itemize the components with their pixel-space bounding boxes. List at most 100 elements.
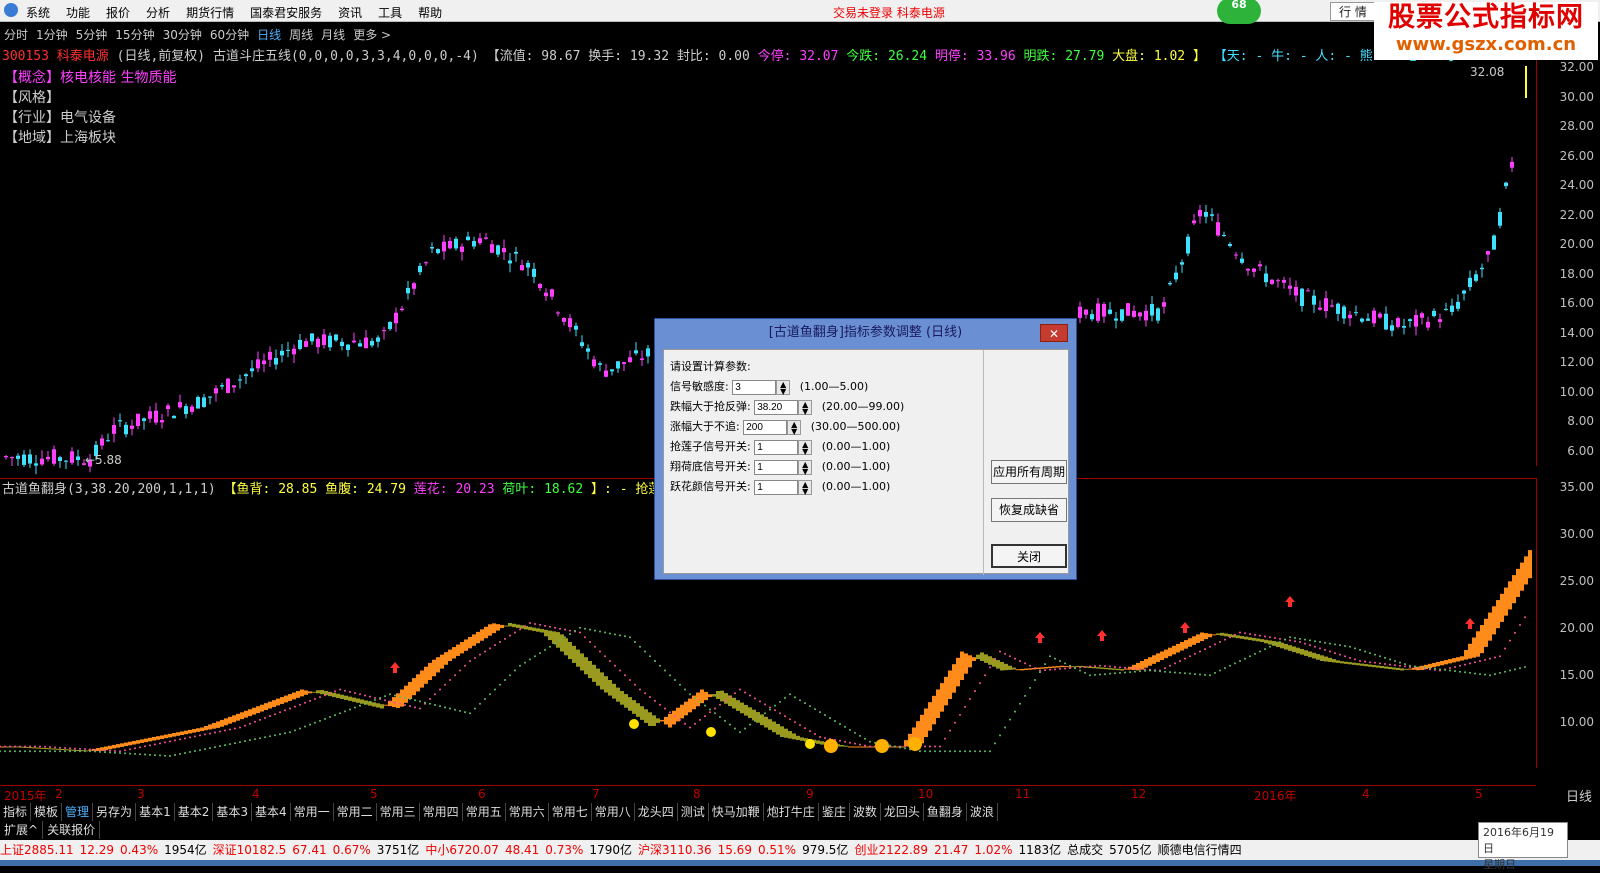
heye-dot [1354, 647, 1356, 650]
lianhua-dot [14, 745, 16, 748]
heye-dot [1164, 670, 1166, 673]
spinner-icon[interactable]: ▲ ▼ [798, 399, 813, 415]
indicator-tab[interactable]: 另存为 [93, 803, 137, 821]
heye-dot [109, 751, 111, 754]
period-tab[interactable]: 15分钟 [115, 26, 154, 43]
indicator-tab[interactable]: 指标 [0, 803, 32, 821]
ribbon-segment [840, 744, 844, 747]
candle-body [202, 397, 206, 407]
indicator-tab[interactable]: 基本1 [136, 803, 175, 821]
spinner-icon[interactable]: ▲ ▼ [798, 459, 813, 475]
apply-all-periods-button[interactable]: 应用所有周期 [991, 460, 1067, 484]
indicator-tab[interactable]: 常用八 [592, 803, 635, 821]
heye-dot [484, 698, 486, 700]
ribbon-segment [1060, 665, 1064, 668]
ribbon-segment [696, 692, 700, 707]
param-input[interactable] [754, 399, 799, 415]
indicator-tab[interactable]: 模板 [31, 803, 63, 821]
param-input[interactable] [754, 459, 799, 475]
lianhua-dot [664, 707, 666, 710]
indicator-tab[interactable]: 基本4 [252, 803, 291, 821]
indicator-tab[interactable]: 常用四 [420, 803, 463, 821]
period-tab[interactable]: 60分钟 [210, 26, 249, 43]
ribbon-segment [864, 746, 868, 748]
lianhua-dot [394, 701, 396, 704]
period-tab[interactable]: 1分钟 [36, 26, 68, 43]
period-tab[interactable]: 分时 [4, 26, 28, 43]
period-tab[interactable]: 30分钟 [163, 26, 202, 43]
price-tick: 20.00 [1559, 237, 1594, 251]
indicator-tab[interactable]: 炮打牛庄 [764, 803, 819, 821]
menu-item[interactable]: 国泰君安服务 [250, 4, 322, 21]
period-tab[interactable]: 月线 [321, 26, 345, 43]
date-tick: 6 [478, 787, 486, 801]
login-status[interactable]: 交易未登录 科泰电源 [833, 4, 945, 21]
heye-dot [729, 723, 731, 726]
close-button[interactable]: 关闭 [991, 544, 1067, 568]
period-tab[interactable]: 周线 [289, 26, 313, 43]
period-more[interactable]: 更多 > [353, 26, 391, 43]
ribbon-segment [1100, 667, 1104, 669]
quote-button[interactable]: 行 情 [1330, 2, 1376, 21]
indicator-tab[interactable]: 鉴庄 [819, 803, 850, 821]
indicator-tab[interactable]: 龙头四 [635, 803, 678, 821]
heye-dot [539, 652, 541, 655]
heye-dot [1114, 672, 1116, 675]
param-input[interactable] [743, 419, 788, 435]
notification-badge[interactable]: 68 [1217, 0, 1261, 24]
indicator-tab[interactable]: 基本2 [175, 803, 214, 821]
heye-dot [744, 727, 746, 730]
param-input[interactable] [754, 439, 799, 455]
related-quote-button[interactable]: 关联报价 [43, 821, 101, 839]
heye-dot [1029, 686, 1031, 689]
lianhua-dot [404, 703, 406, 706]
menu-item[interactable]: 分析 [146, 4, 170, 21]
period-tab-active[interactable]: 日线 [257, 26, 281, 43]
menu-item[interactable]: 系统 [26, 4, 50, 21]
spinner-icon[interactable]: ▲ ▼ [798, 439, 813, 455]
expand-button[interactable]: 扩展^ [0, 821, 44, 839]
indicator-tab[interactable]: 常用三 [377, 803, 420, 821]
dialog-heading: 请设置计算参数: [670, 360, 751, 373]
ribbon-segment [380, 704, 384, 709]
param-input[interactable] [732, 379, 777, 395]
lianhua-dot [1489, 657, 1491, 660]
heye-dot [1324, 641, 1326, 644]
indicator-tab[interactable]: 波数 [850, 803, 881, 821]
indicator-tab[interactable]: 波浪 [967, 803, 998, 821]
indicator-tab[interactable]: 常用二 [334, 803, 377, 821]
indicator-tab[interactable]: 常用七 [549, 803, 592, 821]
menu-item[interactable]: 工具 [378, 4, 402, 21]
spinner-icon[interactable]: ▲ ▼ [798, 479, 813, 495]
ribbon-segment [1312, 652, 1316, 659]
indicator-tab[interactable]: 常用一 [291, 803, 334, 821]
app-logo-icon [4, 3, 18, 17]
indicator-tab[interactable]: 快马加鞭 [709, 803, 764, 821]
ribbon-segment [1172, 645, 1176, 655]
indicator-tab[interactable]: 鱼翻身 [924, 803, 967, 821]
ticker-item: 0.73% [545, 843, 584, 857]
close-icon[interactable]: ✕ [1040, 324, 1068, 342]
indicator-tab[interactable]: 常用六 [506, 803, 549, 821]
heye-dot [1474, 672, 1476, 675]
period-tab[interactable]: 5分钟 [76, 26, 108, 43]
lianhua-dot [234, 727, 236, 730]
spinner-icon[interactable]: ▲ ▼ [787, 419, 802, 435]
menu-item[interactable]: 期货行情 [186, 4, 234, 21]
spinner-icon[interactable]: ▲ ▼ [776, 379, 791, 395]
menu-item[interactable]: 帮助 [418, 4, 442, 21]
indicator-tab[interactable]: 龙回头 [881, 803, 924, 821]
menu-item[interactable]: 功能 [66, 4, 90, 21]
heye-dot [764, 712, 766, 715]
indicator-tab[interactable]: 管理 [62, 803, 94, 821]
ribbon-segment [680, 704, 684, 719]
param-input[interactable] [754, 479, 799, 495]
menu-item[interactable]: 报价 [106, 4, 130, 21]
indicator-tab[interactable]: 基本3 [213, 803, 252, 821]
restore-default-button[interactable]: 恢复成缺省 [991, 498, 1067, 522]
price-tick: 16.00 [1559, 296, 1594, 310]
indicator-tab[interactable]: 常用五 [463, 803, 506, 821]
indicator-tab[interactable]: 测试 [678, 803, 709, 821]
menu-item[interactable]: 资讯 [338, 4, 362, 21]
lianhua-dot [764, 703, 766, 706]
